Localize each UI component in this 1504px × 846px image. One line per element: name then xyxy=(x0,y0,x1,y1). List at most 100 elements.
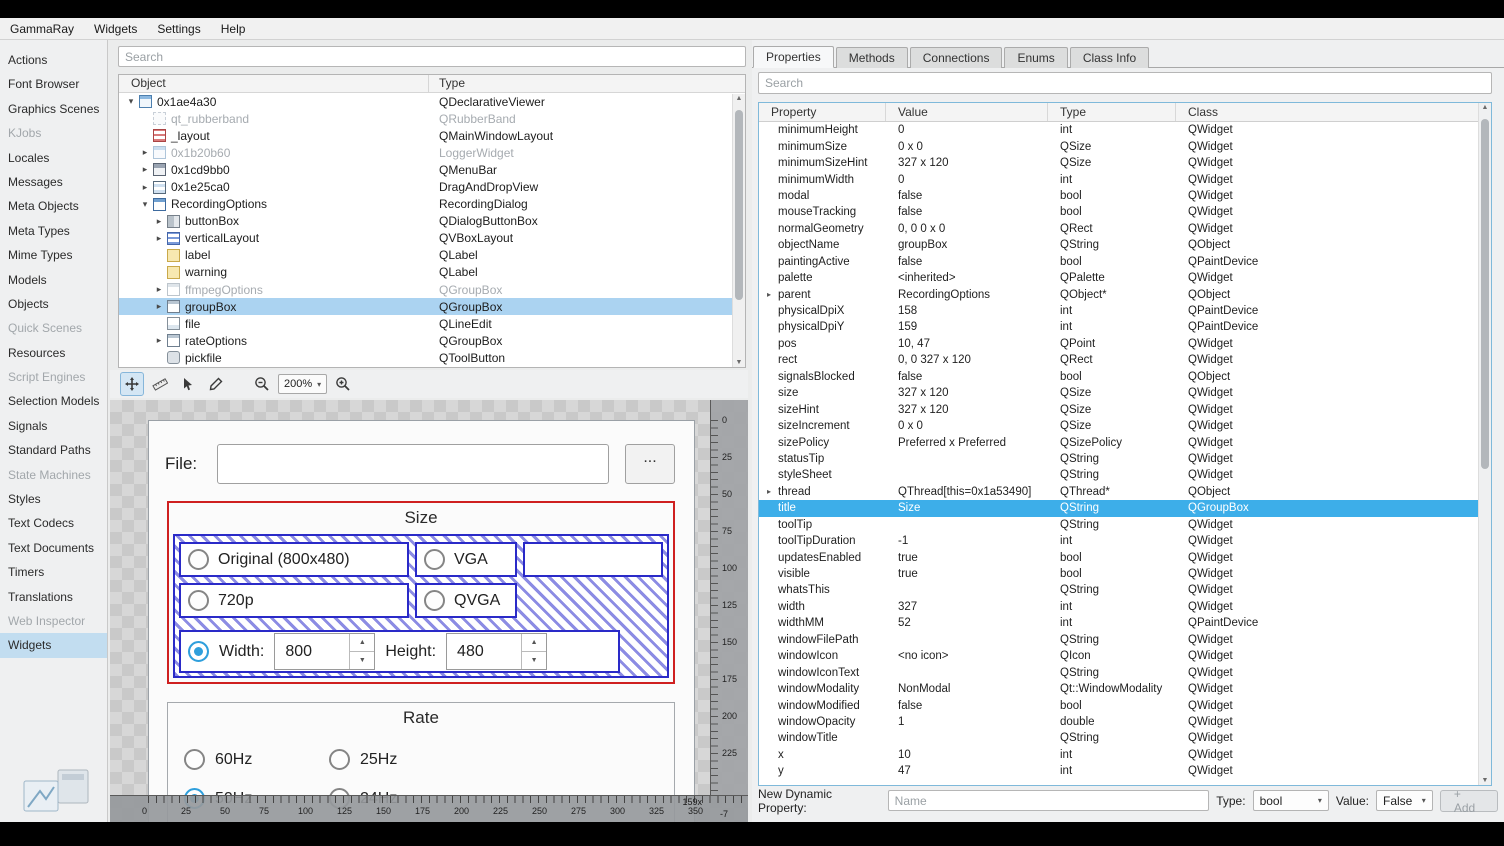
column-header-type[interactable]: Type xyxy=(1048,103,1176,121)
width-spinbox[interactable]: 800 ▲▼ xyxy=(274,633,375,670)
property-row[interactable]: thread QThread[this=0x1a53490] QThread* … xyxy=(759,484,1478,500)
property-row[interactable]: minimumSize 0 x 0 QSize QWidget xyxy=(759,138,1478,154)
menu-item[interactable]: Help xyxy=(211,18,256,40)
sidebar-item[interactable]: Resources xyxy=(0,341,107,365)
radio-icon[interactable] xyxy=(329,749,350,770)
property-value[interactable]: false xyxy=(886,700,1048,712)
object-search-input[interactable] xyxy=(118,46,746,67)
property-value[interactable]: 10, 47 xyxy=(886,338,1048,350)
property-value[interactable]: 159 xyxy=(886,321,1048,333)
tab[interactable]: Enums xyxy=(1004,47,1067,68)
sidebar-item[interactable]: Messages xyxy=(0,170,107,194)
property-row[interactable]: windowIcon <no icon> QIcon QWidget xyxy=(759,648,1478,664)
add-property-button[interactable]: + Add xyxy=(1440,790,1498,812)
property-row[interactable]: physicalDpiY 159 int QPaintDevice xyxy=(759,319,1478,335)
radio-icon[interactable] xyxy=(188,590,209,611)
property-row[interactable]: sizeHint 327 x 120 QSize QWidget xyxy=(759,401,1478,417)
property-row[interactable]: size 327 x 120 QSize QWidget xyxy=(759,385,1478,401)
property-row[interactable]: parent RecordingOptions QObject* QObject xyxy=(759,286,1478,302)
value-combobox[interactable]: False ▾ xyxy=(1376,790,1433,811)
column-header-property[interactable]: Property xyxy=(759,103,886,121)
property-value[interactable]: false xyxy=(886,190,1048,202)
property-row[interactable]: y 47 int QWidget xyxy=(759,763,1478,779)
column-header-type[interactable]: Type xyxy=(429,75,745,92)
property-value[interactable]: 0 x 0 xyxy=(886,141,1048,153)
tab[interactable]: Class Info xyxy=(1070,47,1149,68)
property-search-input[interactable] xyxy=(758,72,1492,94)
property-value[interactable]: 327 x 120 xyxy=(886,404,1048,416)
sidebar-item[interactable]: Text Codecs xyxy=(0,511,107,535)
property-row[interactable]: windowModality NonModal Qt::WindowModali… xyxy=(759,681,1478,697)
browse-file-button[interactable]: ... xyxy=(625,444,675,484)
sidebar-item[interactable]: Graphics Scenes xyxy=(0,97,107,121)
property-value[interactable]: -1 xyxy=(886,535,1048,547)
tree-row[interactable]: file QLineEdit xyxy=(119,315,745,332)
property-row[interactable]: windowFilePath QString QWidget xyxy=(759,632,1478,648)
radio-option-qvga[interactable]: QVGA xyxy=(415,583,517,618)
tree-row[interactable]: pickfile QToolButton xyxy=(119,349,745,366)
new-property-name-input[interactable] xyxy=(888,790,1210,811)
property-scrollbar-thumb[interactable] xyxy=(1481,119,1489,469)
property-row[interactable]: statusTip QString QWidget xyxy=(759,451,1478,467)
property-value[interactable]: 47 xyxy=(886,765,1048,777)
scroll-up-icon[interactable]: ▲ xyxy=(1479,104,1491,111)
sidebar-item[interactable]: Actions xyxy=(0,48,107,72)
tree-expander-icon[interactable] xyxy=(139,182,151,193)
property-value[interactable]: NonModal xyxy=(886,683,1048,695)
sidebar-item[interactable]: Quick Scenes xyxy=(0,316,107,340)
property-value[interactable]: 158 xyxy=(886,305,1048,317)
property-value[interactable]: groupBox xyxy=(886,239,1048,251)
sidebar-item[interactable]: Web Inspector xyxy=(0,609,107,633)
scroll-down-icon[interactable]: ▼ xyxy=(733,359,745,366)
tree-expander-icon[interactable] xyxy=(139,164,151,175)
radio-icon[interactable] xyxy=(424,590,445,611)
property-value[interactable]: 0 x 0 xyxy=(886,420,1048,432)
property-row[interactable]: styleSheet QString QWidget xyxy=(759,467,1478,483)
tab[interactable]: Properties xyxy=(753,46,834,68)
scroll-down-icon[interactable]: ▼ xyxy=(1479,777,1491,784)
sidebar-item[interactable]: Objects xyxy=(0,292,107,316)
sidebar-item[interactable]: Selection Models xyxy=(0,389,107,413)
widget-preview[interactable]: File: ... Size Original (800x480) xyxy=(110,400,748,822)
property-row[interactable]: windowModified false bool QWidget xyxy=(759,697,1478,713)
property-row[interactable]: minimumHeight 0 int QWidget xyxy=(759,122,1478,138)
sidebar-item[interactable]: Font Browser xyxy=(0,72,107,96)
property-row[interactable]: windowIconText QString QWidget xyxy=(759,664,1478,680)
property-value[interactable]: 327 x 120 xyxy=(886,157,1048,169)
property-value[interactable]: QThread[this=0x1a53490] xyxy=(886,486,1048,498)
tree-row[interactable]: groupBox QGroupBox xyxy=(119,298,745,315)
property-row[interactable]: visible true bool QWidget xyxy=(759,566,1478,582)
sidebar-item[interactable]: Models xyxy=(0,268,107,292)
property-table-scrollbar[interactable]: ▲ ▼ xyxy=(1478,103,1491,785)
menu-item[interactable]: Widgets xyxy=(84,18,147,40)
tree-scrollbar-thumb[interactable] xyxy=(735,110,743,300)
property-row[interactable]: physicalDpiX 158 int QPaintDevice xyxy=(759,303,1478,319)
column-header-object[interactable]: Object xyxy=(119,75,429,92)
sidebar-item[interactable]: Mime Types xyxy=(0,243,107,267)
property-row[interactable]: minimumWidth 0 int QWidget xyxy=(759,171,1478,187)
property-row[interactable]: sizePolicy Preferred x Preferred QSizePo… xyxy=(759,434,1478,450)
tree-expander-icon[interactable] xyxy=(139,199,151,210)
spin-down-icon[interactable]: ▼ xyxy=(522,652,546,669)
property-value[interactable]: 52 xyxy=(886,617,1048,629)
tree-row[interactable]: _layout QMainWindowLayout xyxy=(119,127,745,144)
radio-option[interactable]: 25Hz xyxy=(329,749,397,770)
property-value[interactable]: Preferred x Preferred xyxy=(886,437,1048,449)
radio-option[interactable]: 60Hz xyxy=(184,749,329,770)
measure-tool-button[interactable] xyxy=(148,372,172,396)
pick-widget-button[interactable] xyxy=(176,372,200,396)
property-row[interactable]: palette <inherited> QPalette QWidget xyxy=(759,270,1478,286)
move-tool-button[interactable] xyxy=(120,372,144,396)
sidebar-item[interactable]: Styles xyxy=(0,487,107,511)
radio-icon[interactable] xyxy=(188,549,209,570)
column-header-value[interactable]: Value xyxy=(886,103,1048,121)
property-value[interactable]: 0, 0 327 x 120 xyxy=(886,354,1048,366)
zoom-level-combobox[interactable]: 200% ▾ xyxy=(278,374,327,394)
property-row[interactable]: paintingActive false bool QPaintDevice xyxy=(759,254,1478,270)
tree-row[interactable]: 0x1b20b60 LoggerWidget xyxy=(119,144,745,161)
sidebar-item[interactable]: Standard Paths xyxy=(0,438,107,462)
property-row[interactable]: widthMM 52 int QPaintDevice xyxy=(759,615,1478,631)
property-value[interactable]: false xyxy=(886,371,1048,383)
sidebar-item[interactable]: Script Engines xyxy=(0,365,107,389)
property-value[interactable]: RecordingOptions xyxy=(886,289,1048,301)
